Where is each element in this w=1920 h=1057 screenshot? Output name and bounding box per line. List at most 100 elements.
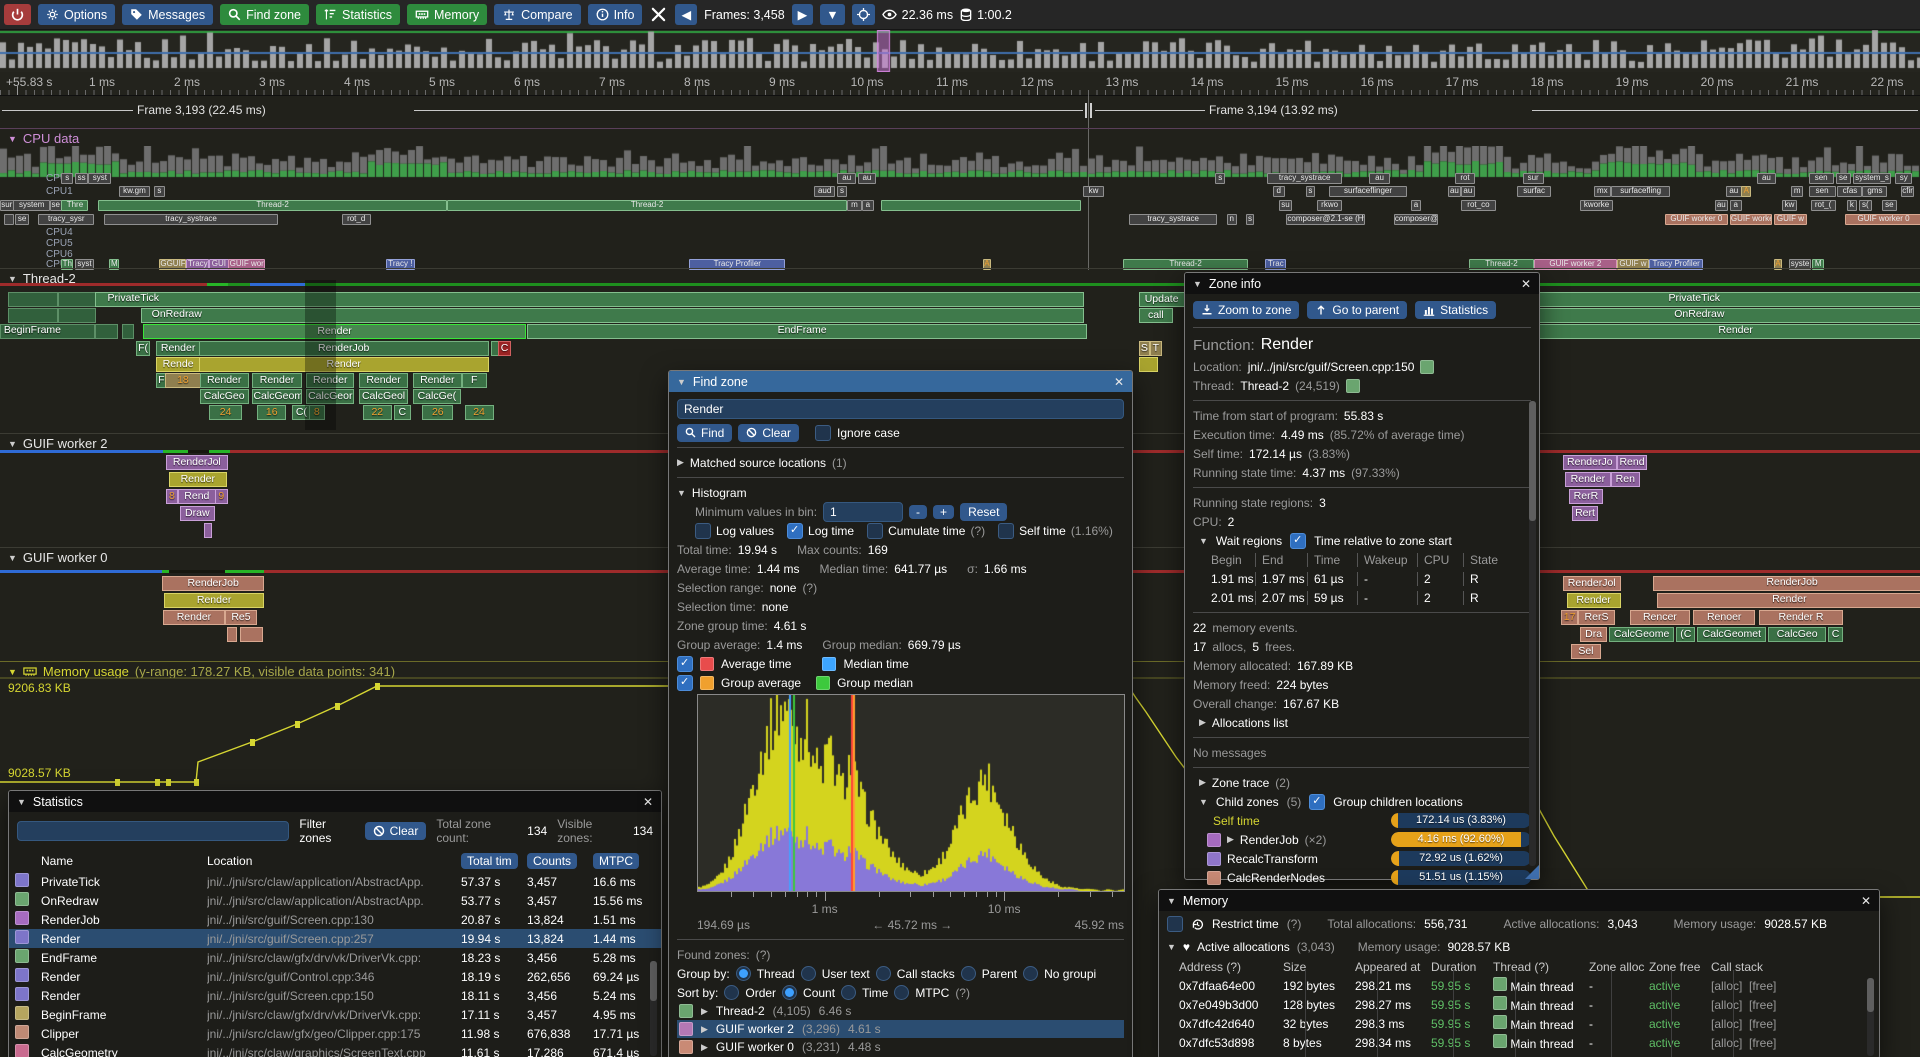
- guif-worker2-zone[interactable]: Rend: [178, 489, 216, 504]
- cpu-zone-chip[interactable]: tracy_systrace: [1129, 214, 1217, 225]
- statistics-table-row[interactable]: OnRedrawjni/../jni/src/claw/application/…: [9, 891, 661, 910]
- memory-allocation-row[interactable]: 0x7dfc53d8988 bytes298.34 ms59.95 s Main…: [1159, 1033, 1879, 1052]
- guif-worker0-header[interactable]: ▼GUIF worker 0: [8, 550, 107, 565]
- avg-median-checkbox[interactable]: [677, 656, 693, 672]
- zone-trace[interactable]: ▶Zone trace(2): [1193, 773, 1531, 792]
- cpu-zone-chip[interactable]: mx: [1594, 186, 1611, 197]
- cpu-zone-chip[interactable]: tracy_sysr: [38, 214, 94, 225]
- guif-worker0-zone[interactable]: RenderJob: [162, 576, 264, 591]
- cpu-zone-chip[interactable]: rot_co: [1461, 200, 1496, 211]
- sortby-radio-order[interactable]: [724, 985, 739, 1000]
- guif-worker0-zone[interactable]: CalcGeomet: [1697, 627, 1766, 642]
- cpu-zone-chip[interactable]: sur: [0, 200, 14, 211]
- zoom-to-zone-button[interactable]: Zoom to zone: [1193, 301, 1299, 319]
- child-zone-row[interactable]: CalcRenderNodes51.51 us (1.15%): [1193, 868, 1531, 887]
- guif-worker2-zone[interactable]: Rend: [1617, 455, 1648, 470]
- zone-info-titlebar[interactable]: ▼Zone info✕: [1185, 273, 1539, 294]
- guif-worker2-zone[interactable]: [204, 523, 213, 538]
- cpu-zone-chip[interactable]: n: [1227, 214, 1237, 225]
- cpu-zone-chip[interactable]: kw.gm: [119, 186, 150, 197]
- thread2-zone[interactable]: [58, 292, 96, 307]
- guif-worker0-zone[interactable]: 17: [1561, 610, 1578, 625]
- cpu-zone-chip[interactable]: system_s: [1853, 173, 1891, 184]
- cpu-zone-chip[interactable]: GUIF worker 0: [1665, 214, 1728, 225]
- cpu-zone-chip[interactable]: au: [1726, 186, 1741, 197]
- cpu-zone-chip[interactable]: se: [1882, 200, 1897, 211]
- cpu-data-header[interactable]: ▼CPU data: [8, 131, 79, 146]
- thread2-zone[interactable]: [1139, 357, 1158, 372]
- tools-button[interactable]: [649, 4, 668, 25]
- guif-worker0-zone[interactable]: RenderJol: [1563, 576, 1621, 591]
- cpu-zone-chip[interactable]: au: [1757, 173, 1776, 184]
- guif-worker0-zone[interactable]: [227, 627, 238, 642]
- cpu-zone-chip[interactable]: tracy_systrace: [1267, 173, 1342, 184]
- guif-worker2-zone[interactable]: 9: [215, 489, 228, 504]
- thread2-zone[interactable]: CalcGeome: [252, 389, 301, 404]
- cpu-zone-chip[interactable]: tracy_systrace: [104, 214, 279, 225]
- bin-plus-button[interactable]: +: [933, 505, 954, 519]
- thread2-zone[interactable]: Update: [1139, 292, 1185, 307]
- cpu-zone-chip[interactable]: GUIF worke: [1730, 214, 1772, 225]
- statistics-table-row[interactable]: Clipperjni/../jni/src/claw/gfx/geo/Clipp…: [9, 1024, 661, 1043]
- guif-worker0-zone[interactable]: CalcGeome: [1609, 627, 1674, 642]
- thread2-zone[interactable]: [8, 292, 58, 307]
- groupby-radio-user-text[interactable]: [801, 966, 816, 981]
- options-button[interactable]: Options: [38, 4, 115, 25]
- log-values-checkbox[interactable]: [695, 523, 711, 539]
- zone-info-scrollbar[interactable]: [1529, 401, 1536, 866]
- found-zone-group-row[interactable]: ▶GUIF worker 0(3,231)4.48 s: [677, 1038, 1124, 1056]
- guif-worker0-zone[interactable]: Rencer: [1630, 610, 1690, 625]
- cpu-zone-chip[interactable]: kw: [1782, 200, 1797, 211]
- cpu-zone-chip[interactable]: s: [154, 186, 166, 197]
- cpu-zone-chip[interactable]: au: [1461, 186, 1475, 197]
- guif-worker2-zone[interactable]: Rert: [1572, 506, 1597, 521]
- compare-button[interactable]: Compare: [494, 4, 580, 25]
- thread2-zone[interactable]: Render: [156, 341, 199, 356]
- child-zone-row[interactable]: Self time172.14 us (3.83%): [1193, 811, 1531, 830]
- cpu-zone-chip[interactable]: m: [1791, 186, 1803, 197]
- thread2-zone[interactable]: 26: [422, 405, 453, 420]
- child-zones-header[interactable]: Child zones: [1216, 795, 1279, 809]
- memory-allocation-row[interactable]: 0x7dfaa64e00192 bytes298.21 ms59.95 s Ma…: [1159, 976, 1879, 995]
- thread2-zone[interactable]: RenderJob: [199, 341, 489, 356]
- guif-worker0-zone[interactable]: Render: [1567, 593, 1621, 608]
- cpu-zone-chip[interactable]: sen: [1809, 186, 1836, 197]
- cpu-zone-chip[interactable]: au: [1448, 186, 1462, 197]
- statistics-button[interactable]: Statistics: [316, 4, 400, 25]
- find-button[interactable]: Find: [677, 424, 732, 442]
- guif-worker0-zone[interactable]: Render: [163, 610, 225, 625]
- cpu-zone-chip[interactable]: au: [1369, 173, 1390, 184]
- guif-worker0-zone[interactable]: C: [1828, 627, 1843, 642]
- guif-worker0-zone[interactable]: [240, 627, 263, 642]
- thread2-zone[interactable]: 22: [363, 405, 392, 420]
- thread2-zone[interactable]: C: [498, 341, 511, 356]
- cpu-zone-chip[interactable]: su: [1279, 200, 1293, 211]
- filter-zones-input[interactable]: [17, 821, 289, 841]
- group-avg-checkbox[interactable]: [677, 675, 693, 691]
- wait-region-row[interactable]: 2.01 ms2.07 ms59 µs-2R: [1193, 588, 1531, 607]
- guif-worker0-zone[interactable]: Dra: [1580, 627, 1607, 642]
- thread2-zone[interactable]: 24: [209, 405, 242, 420]
- guif-worker0-zone[interactable]: Renoer: [1693, 610, 1755, 625]
- guif-worker0-zone[interactable]: Render: [164, 593, 264, 608]
- messages-button[interactable]: Messages: [122, 4, 213, 25]
- memory-allocation-row[interactable]: 0x7e049b3d00128 bytes298.27 ms59.95 s Ma…: [1159, 995, 1879, 1014]
- min-bin-input[interactable]: [823, 502, 903, 522]
- statistics-table-row[interactable]: CalcGeometryjni/../jni/src/claw/graphics…: [9, 1043, 661, 1057]
- thread2-zone[interactable]: S: [1139, 341, 1151, 356]
- cpu-zone-chip[interactable]: [4, 214, 14, 225]
- cpu-zone-chip[interactable]: rot_d: [342, 214, 371, 225]
- guif-worker2-zone[interactable]: Ren: [1611, 472, 1640, 487]
- cpu-zone-chip[interactable]: gms: [1862, 186, 1887, 197]
- groupby-radio-parent[interactable]: [961, 966, 976, 981]
- prev-frame-button[interactable]: ◀: [675, 4, 697, 25]
- col-total-time[interactable]: Total tim: [461, 853, 518, 869]
- cpu-zone-chip[interactable]: sur: [1523, 173, 1544, 184]
- thread2-zone[interactable]: [58, 308, 96, 323]
- groupby-radio-thread[interactable]: [736, 966, 751, 981]
- col-location[interactable]: Location: [207, 854, 461, 868]
- thread2-zone[interactable]: call: [1139, 308, 1174, 323]
- groupby-radio-call-stacks[interactable]: [876, 966, 891, 981]
- cpu-zone-chip[interactable]: A: [1741, 186, 1751, 197]
- sortby-radio-time[interactable]: [841, 985, 856, 1000]
